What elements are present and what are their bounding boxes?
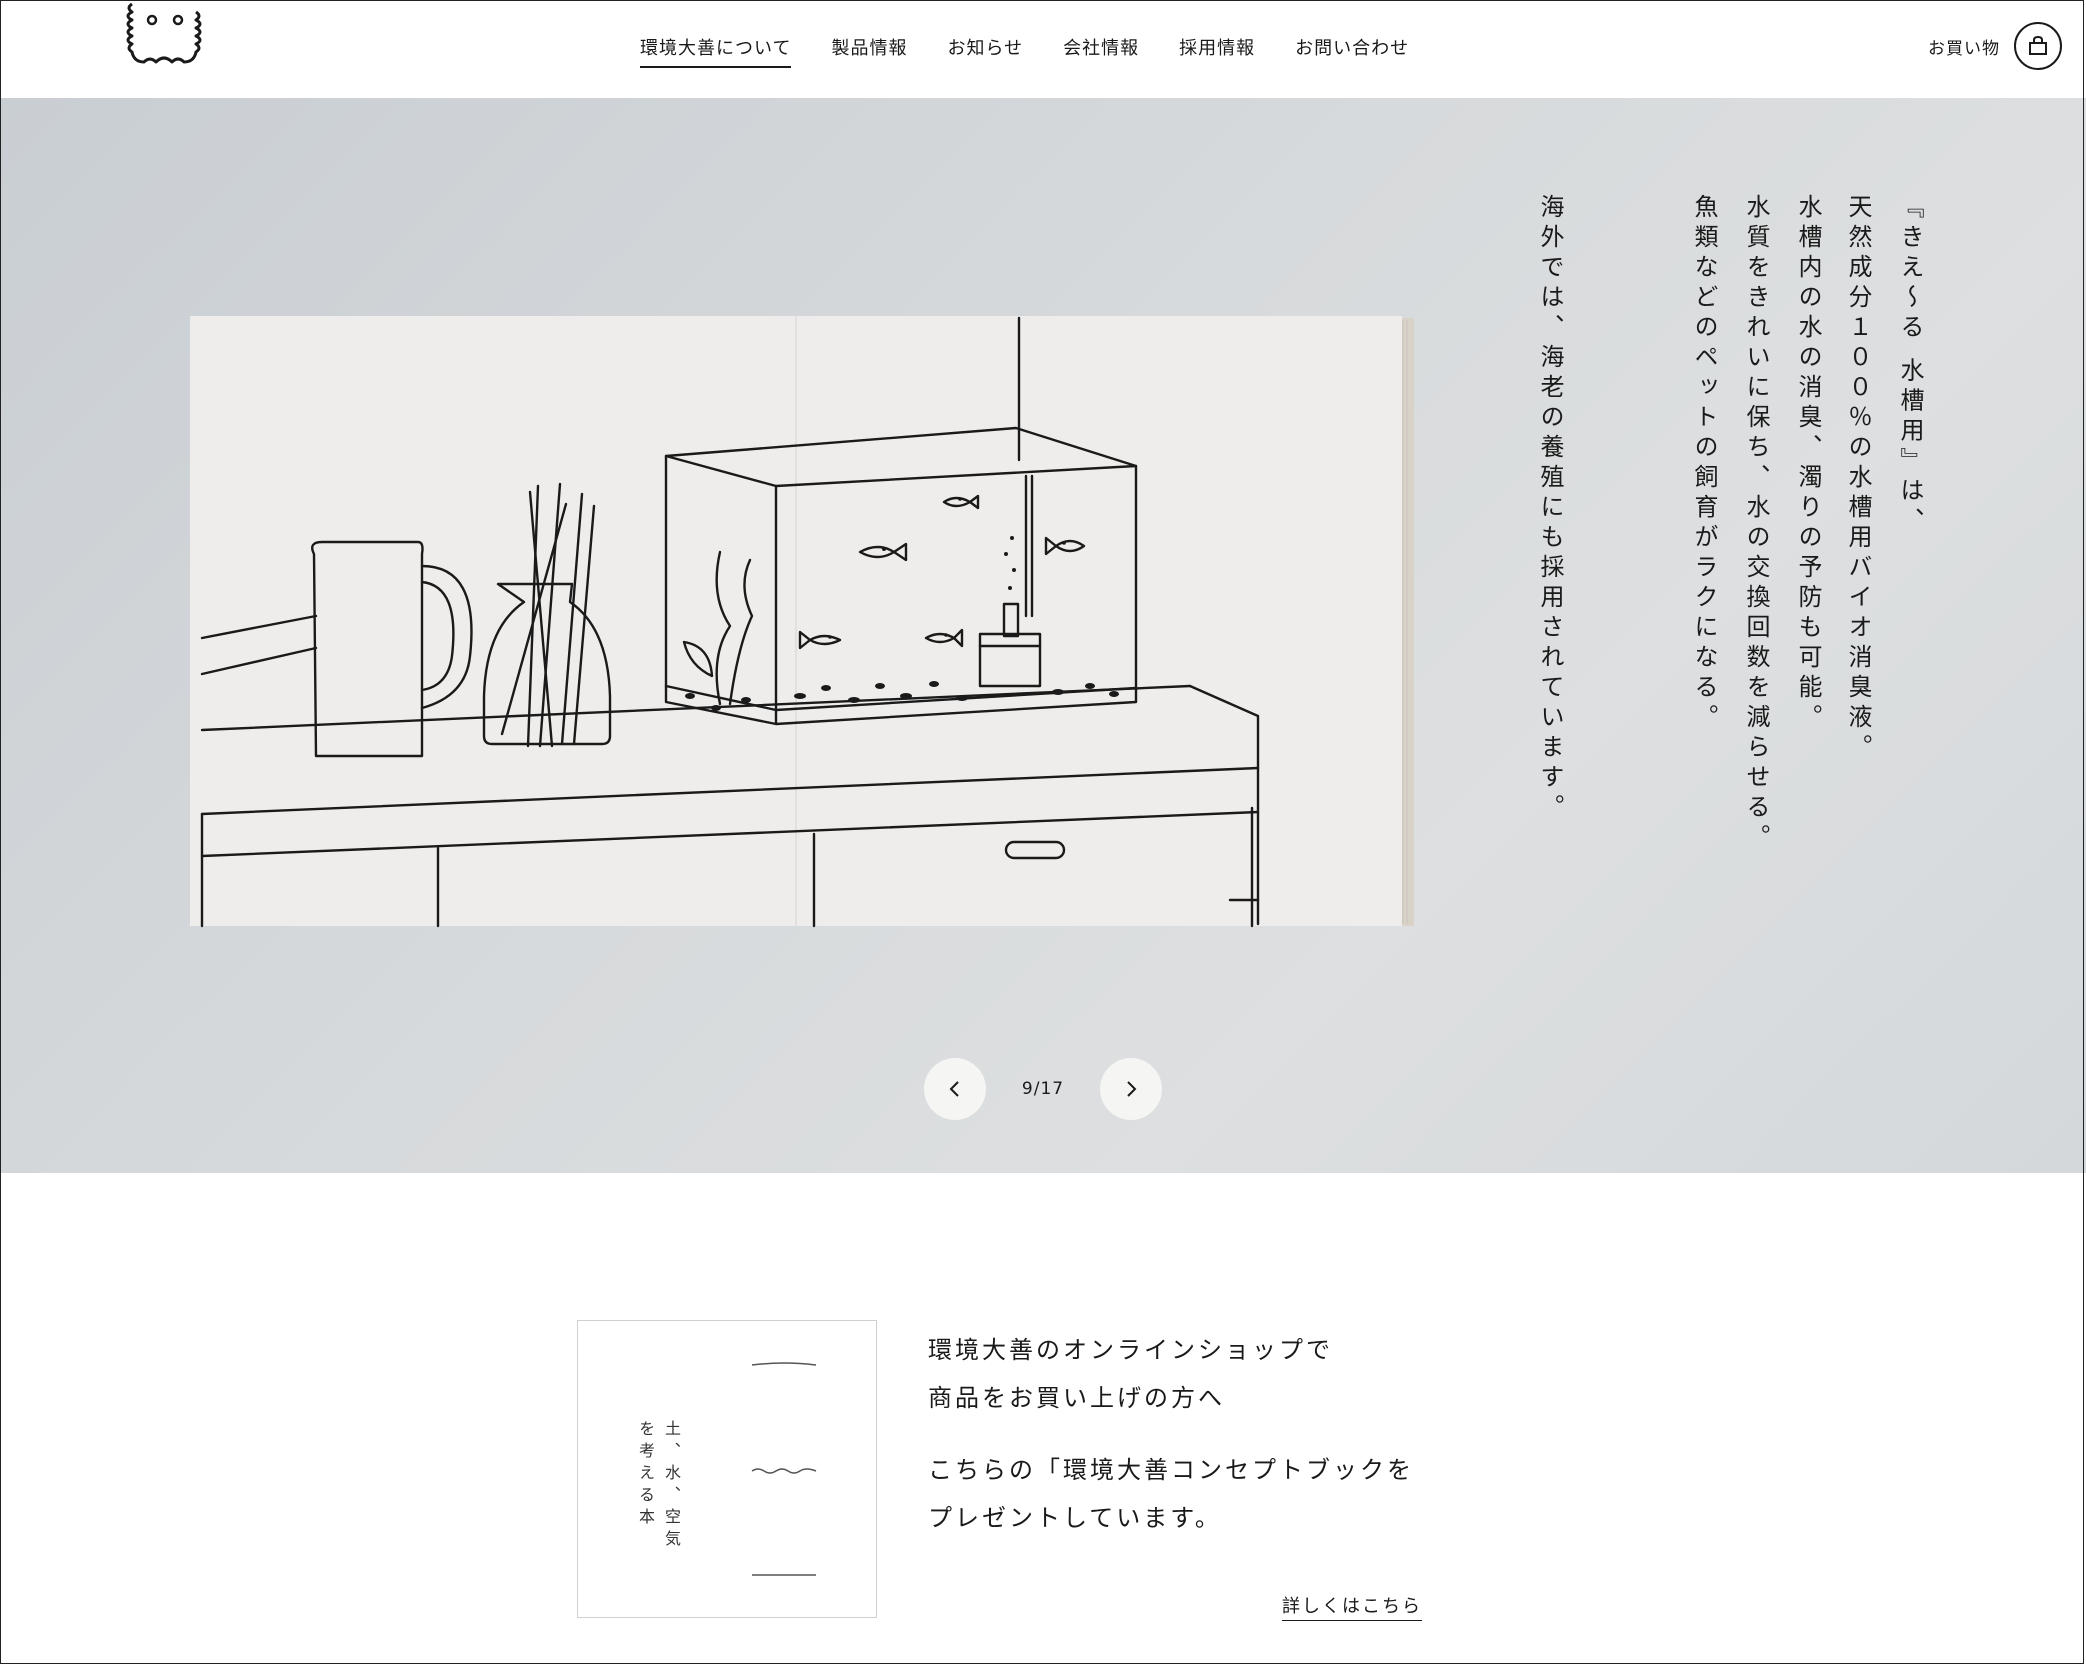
promo-line: こちらの「環境大善コンセプトブックを	[928, 1456, 1414, 1484]
hero-text-line: 水質をきれいに保ち、水の交換回数を減らせる。	[1742, 194, 1770, 854]
promo-line: 商品をお買い上げの方へ	[928, 1384, 1225, 1412]
logo-icon[interactable]	[120, 0, 216, 72]
slide-pager: 9/17	[924, 1058, 1162, 1120]
hero-slider: 『きえ〜る 水槽用』は、 天然成分１００％の水槽用バイオ消臭液。 水槽内の水の消…	[0, 98, 2086, 1173]
cart-button[interactable]	[2014, 22, 2062, 70]
shop-link[interactable]: お買い物	[1928, 22, 2062, 70]
nav-item-about[interactable]: 環境大善について	[640, 34, 792, 68]
nav-item-recruit[interactable]: 採用情報	[1179, 34, 1255, 68]
promo-text: 環境大善のオンラインショップで 商品をお買い上げの方へ こちらの「環境大善コンセ…	[928, 1326, 1414, 1542]
site-header: 環境大善について 製品情報 お知らせ 会社情報 採用情報 お問い合わせ お買い物	[0, 0, 2086, 98]
book-cover-lines	[751, 1362, 817, 1576]
promo-line: 環境大善のオンラインショップで	[928, 1336, 1333, 1364]
hero-text-column-1: 『きえ〜る 水槽用』は、 天然成分１００％の水槽用バイオ消臭液。	[1832, 194, 1936, 764]
hero-text-line: 海外では、海老の養殖にも採用されています。	[1536, 194, 1564, 824]
shopping-bag-icon	[2029, 35, 2047, 55]
nav-item-products[interactable]: 製品情報	[831, 34, 907, 68]
nav-item-company[interactable]: 会社情報	[1063, 34, 1139, 68]
book-cover-title: 土、水、空気 を考える本	[632, 1420, 684, 1552]
shop-label[interactable]: お買い物	[1928, 34, 2000, 59]
book-illustration	[190, 316, 1414, 928]
hero-text-column-3: 海外では、海老の養殖にも採用されています。	[1524, 194, 1576, 824]
global-nav: 環境大善について 製品情報 お知らせ 会社情報 採用情報 お問い合わせ	[640, 34, 1409, 68]
chevron-left-icon	[949, 1081, 959, 1097]
next-slide-button[interactable]	[1100, 1058, 1162, 1120]
hero-text-line: 魚類などのペットの飼育がラクになる。	[1690, 194, 1718, 734]
hero-text-line: 水槽内の水の消臭、濁りの予防も可能。	[1794, 194, 1822, 734]
cover-title-line: 土、水、空気	[662, 1420, 681, 1552]
hero-text-column-2: 水槽内の水の消臭、濁りの予防も可能。 水質をきれいに保ち、水の交換回数を減らせる…	[1678, 194, 1834, 854]
hero-text-line: 天然成分１００％の水槽用バイオ消臭液。	[1844, 194, 1872, 764]
hero-text-line: 『きえ〜る 水槽用』は、	[1896, 194, 1924, 538]
slide-counter: 9/17	[1021, 1079, 1065, 1099]
more-details-link[interactable]: 詳しくはこちら	[1282, 1592, 1422, 1621]
chevron-right-icon	[1127, 1081, 1137, 1097]
cover-title-line: を考える本	[636, 1420, 655, 1530]
nav-item-contact[interactable]: お問い合わせ	[1295, 34, 1409, 68]
promo-line: プレゼントしています。	[928, 1504, 1222, 1532]
nav-item-news[interactable]: お知らせ	[947, 34, 1023, 68]
prev-slide-button[interactable]	[924, 1058, 986, 1120]
concept-book-cover[interactable]	[577, 1320, 877, 1618]
